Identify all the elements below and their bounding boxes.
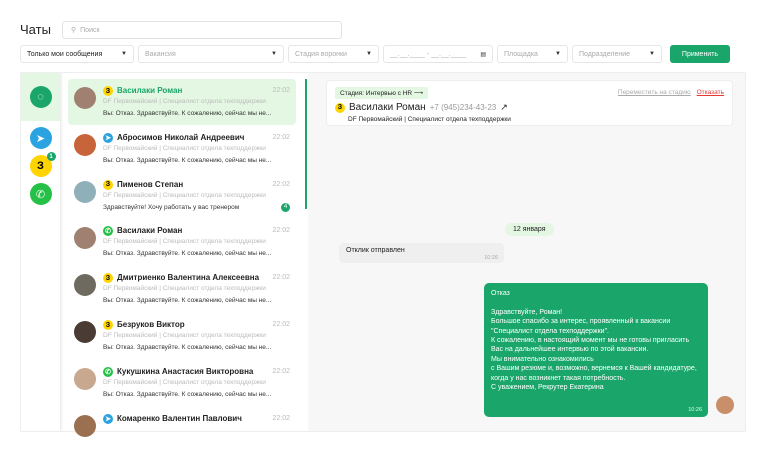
chevron-down-icon: ▼ [271,51,277,57]
candidate-name: Василаки Роман [349,102,426,113]
chat-preview: Вы: Отказ. Здравствуйте. К сожалению, се… [103,110,272,117]
chat-preview: Вы: Отказ. Здравствуйте. К сожалению, се… [103,390,272,398]
candidate-phone: +7 (945)234-43-23 [429,103,497,112]
incoming-message: Отклик отправлен 10:26 [339,243,504,263]
chat-time: 22:02 [272,321,290,328]
chat-list-item[interactable]: З Дмитриенко Валентина Алексеевна 22:02 … [68,266,296,312]
chat-time: 22:02 [272,367,290,375]
channel-all[interactable]: ◌ [21,73,60,121]
unread-badge: 1 [46,152,56,161]
chat-list-item[interactable]: ✆ Василаки Роман 22:02 DF Первомайский |… [68,219,296,265]
telegram-icon[interactable]: ➤ [29,127,52,149]
external-link-icon[interactable]: ↗ [500,102,508,113]
chevron-down-icon: ▼ [555,51,561,57]
chat-time: 22:02 [272,87,290,94]
avatar [74,321,96,343]
avatar [74,274,96,297]
chat-name: Дмитриенко Валентина Алексеевна [117,273,260,283]
chat-list-item[interactable]: ➤ Комаренко Валентин Павлович 22:02 [68,407,296,453]
zarplata-icon: З [335,102,345,113]
stage-filter[interactable]: Стадия воронки ▼ [288,45,379,63]
chat-list-item[interactable]: ➤ Абросимов Николай Андреевич 22:02 DF П… [68,126,296,172]
date-divider: 12 января [505,223,554,236]
chat-vacancy: DF Первомайский | Специалист отдела техп… [103,285,266,293]
chat-list: З Василаки Роман 22:02 DF Первомайский |… [63,73,308,437]
chat-list-item[interactable]: З Пименов Степан 22:02 DF Первомайский |… [68,173,296,219]
whatsapp-icon: ✆ [103,366,113,377]
avatar [74,133,96,156]
chat-list-item[interactable]: З Василаки Роман 22:02 DF Первомайский |… [68,79,296,125]
vacancy-filter[interactable]: Вакансия ▼ [138,45,284,63]
chat-time: 22:02 [272,180,290,188]
chat-name: Абросимов Николай Андреевич [117,132,245,142]
site-filter[interactable]: Площадка ▼ [497,45,568,63]
recruiter-avatar [716,396,734,414]
chat-name: Кукушкина Анастасия Викторовна [117,366,254,376]
date-range-filter[interactable]: __.__.____ - __.__.____ ▤ [383,45,493,63]
outgoing-message: Отказ Здравствуйте, Роман! Большое спаси… [484,283,708,417]
chat-name: Пименов Степан [117,179,184,189]
chat-time: 22:02 [272,133,290,141]
avatar [74,180,96,203]
chat-preview: Вы: Отказ. Здравствуйте. К сожалению, се… [103,250,272,258]
chevron-down-icon: ▼ [649,51,655,57]
zarplata-icon: З [103,179,113,190]
chat-list-item[interactable]: З Безруков Виктор 22:02 DF Первомайский … [68,313,296,359]
move-stage-link[interactable]: Переместить на стадию [618,89,691,96]
search-input[interactable]: ⚲ Поиск [62,21,342,39]
zarplata-icon: З [103,273,113,284]
avatar [74,227,96,250]
chat-time: 22:02 [272,414,290,422]
page-title: Чаты [20,22,51,37]
calendar-icon: ▤ [480,51,486,58]
candidate-vacancy: DF Первомайский | Специалист отдела техп… [348,116,511,123]
search-icon: ⚲ [71,27,77,34]
reject-link[interactable]: Отказать [697,89,724,96]
telegram-icon: ➤ [103,413,113,424]
zarplata-icon[interactable]: З1 [29,152,56,177]
chat-list-item[interactable]: ✆ Кукушкина Анастасия Викторовна 22:02 D… [68,360,296,406]
division-filter[interactable]: Подразделение ▼ [572,45,662,63]
whatsapp-icon: ✆ [103,226,113,237]
chat-vacancy: DF Первомайский | Специалист отдела техп… [103,191,266,199]
chevron-down-icon: ▼ [366,51,372,57]
chat-vacancy: DF Первомайский | Специалист отдела техп… [103,238,266,246]
telegram-icon: ➤ [103,132,113,143]
chat-preview: Вы: Отказ. Здравствуйте. К сожалению, се… [103,344,272,351]
chat-preview: Здравствуйте! Хочу работать у вас тренер… [103,203,240,211]
chevron-down-icon: ▼ [121,51,127,57]
chat-bubble-icon: ◌ [29,86,52,108]
zarplata-icon: З [103,86,113,96]
chat-vacancy: DF Первомайский | Специалист отдела техп… [103,98,266,105]
chat-preview: Вы: Отказ. Здравствуйте. К сожалению, се… [103,297,272,305]
chat-vacancy: DF Первомайский | Специалист отдела техп… [103,144,266,152]
chat-name: Комаренко Валентин Павлович [117,413,242,423]
chat-preview: Вы: Отказ. Здравствуйте. К сожалению, се… [103,156,272,164]
chat-header: Стадия: Интервью с HR ⟶ Переместить на с… [326,80,733,126]
chat-time: 22:02 [272,274,290,282]
chat-time: 22:02 [272,227,290,235]
whatsapp-icon[interactable]: ✆ [29,183,52,205]
stage-label[interactable]: Стадия: Интервью с HR ⟶ [335,87,429,99]
chat-panel: ◌ ➤ З1 ✆ З Василаки Роман 22:02 DF Перво… [20,72,746,437]
zarplata-icon: З [103,320,113,330]
avatar [74,367,96,390]
scrollbar[interactable] [305,79,307,209]
chat-name: Безруков Виктор [117,320,185,329]
chat-name: Василаки Роман [117,226,183,236]
unread-badge: 4 [281,202,290,212]
chat-name: Василаки Роман [117,86,183,95]
messages-filter[interactable]: Только мои сообщения ▼ [20,45,134,63]
chat-vacancy: DF Первомайский | Специалист отдела техп… [103,378,266,386]
avatar [74,87,96,109]
chat-vacancy: DF Первомайский | Специалист отдела техп… [103,332,266,339]
apply-button[interactable]: Применить [670,45,730,63]
avatar [74,414,96,437]
channel-rail: ◌ ➤ З1 ✆ [21,73,61,431]
filters-bar: Только мои сообщения ▼ Вакансия ▼ Стадия в… [20,45,730,63]
